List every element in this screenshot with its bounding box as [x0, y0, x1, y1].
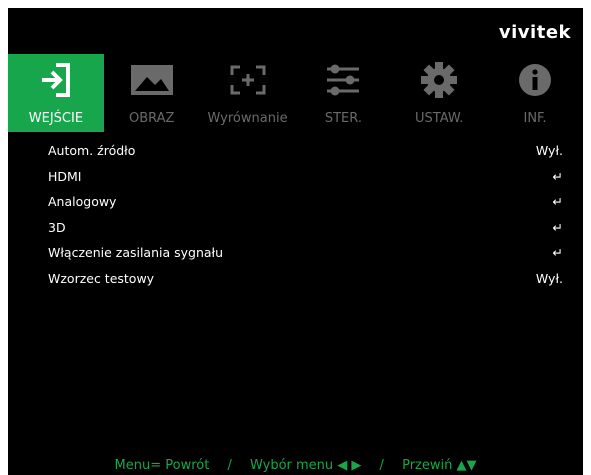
menu-item-auto-source[interactable]: Autom. źródło Wył. [48, 138, 563, 164]
menu-item-3d[interactable]: 3D ↵ [48, 215, 563, 241]
tab-control[interactable]: STER. [295, 54, 391, 132]
menu-item-label: 3D [48, 219, 66, 235]
input-arrow-icon [8, 58, 104, 102]
tab-picture-label: OBRAZ [129, 111, 175, 126]
osd-menu: vivitek WEJŚCIE OBRAZ Wyrównanie STER. U… [8, 8, 583, 475]
picture-icon [104, 58, 200, 102]
tab-picture[interactable]: OBRAZ [104, 54, 200, 132]
navigation-hint-bar: Menu= Powrót / Wybór menu ◀ ▶ / Przewiń … [8, 458, 583, 473]
menu-item-label: HDMI [48, 168, 82, 184]
input-menu-list: Autom. źródło Wył. HDMI ↵ Analogowy ↵ 3D… [48, 138, 563, 291]
tab-alignment-label: Wyrównanie [207, 111, 288, 126]
enter-icon: ↵ [552, 245, 563, 261]
sliders-icon [295, 58, 391, 102]
menu-item-label: Analogowy [48, 194, 117, 210]
tab-control-label: STER. [324, 111, 362, 126]
tab-input[interactable]: WEJŚCIE [8, 54, 104, 132]
vivitek-logo: vivitek [498, 22, 571, 43]
menu-item-label: Włączenie zasilania sygnału [48, 245, 224, 261]
tab-settings-label: USTAW. [415, 111, 464, 126]
menu-item-hdmi[interactable]: HDMI ↵ [48, 164, 563, 190]
menu-item-value: Wył. [535, 270, 563, 286]
hint-separator: / [379, 458, 384, 473]
enter-icon: ↵ [552, 168, 563, 184]
hint-scroll: Przewiń ▲▼ [402, 458, 477, 473]
hint-separator: / [227, 458, 232, 473]
alignment-icon [200, 58, 296, 102]
hint-select-menu: Wybór menu ◀ ▶ [250, 458, 362, 473]
enter-icon: ↵ [552, 219, 563, 235]
menu-item-label: Autom. źródło [48, 143, 136, 159]
tab-alignment[interactable]: Wyrównanie [200, 54, 296, 132]
tab-info-label: INF. [523, 111, 547, 126]
menu-item-label: Wzorzec testowy [48, 270, 155, 286]
tab-info[interactable]: INF. [487, 54, 583, 132]
enter-icon: ↵ [552, 194, 563, 210]
gear-icon [391, 58, 487, 102]
hint-back: Menu= Powrót [114, 458, 210, 473]
tab-settings[interactable]: USTAW. [391, 54, 487, 132]
tab-input-label: WEJŚCIE [28, 111, 84, 126]
tab-bar: WEJŚCIE OBRAZ Wyrównanie STER. USTAW. IN… [8, 54, 583, 132]
menu-item-value: Wył. [535, 143, 563, 159]
menu-item-analog[interactable]: Analogowy ↵ [48, 189, 563, 215]
info-icon [487, 58, 583, 102]
menu-item-signal-power-on[interactable]: Włączenie zasilania sygnału ↵ [48, 240, 563, 266]
menu-item-test-pattern[interactable]: Wzorzec testowy Wył. [48, 266, 563, 292]
